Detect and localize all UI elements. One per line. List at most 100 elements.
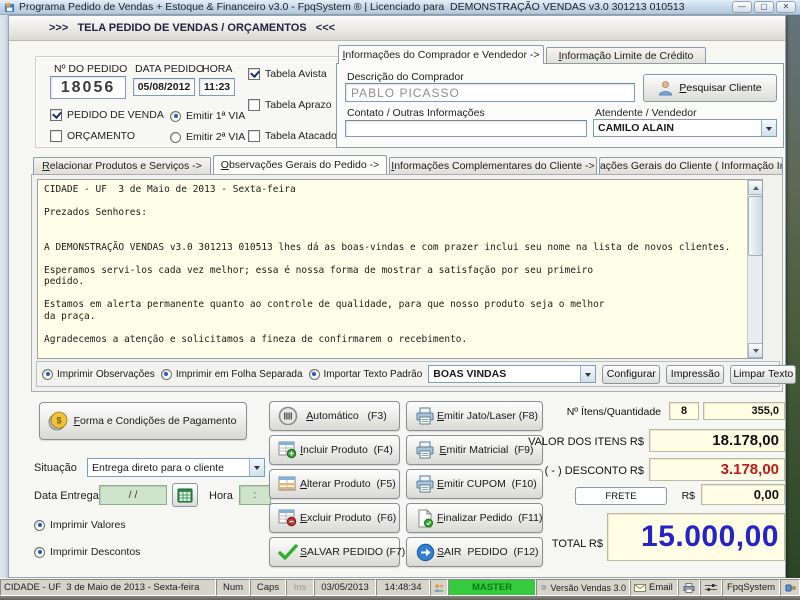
status-ins: Ins	[286, 579, 314, 596]
observacoes-textarea[interactable]: CIDADE - UF 3 de Maio de 2013 - Sexta-fe…	[37, 179, 763, 359]
pesquisar-cliente-button[interactable]: Pesquisar Cliente	[643, 74, 777, 102]
hora-pedido-label: HORA	[202, 63, 232, 75]
calendar-icon	[177, 488, 193, 503]
valor-itens-value: 18.178,00	[649, 429, 785, 452]
radio-emitir-2via[interactable]: Emitir 2ª VIA	[170, 131, 245, 143]
checkbox-tabela-atacado[interactable]: Tabela Atacado	[248, 130, 337, 142]
taskbar-edge	[0, 596, 800, 600]
window-title: Programa Pedido de Vendas + Estoque & Fi…	[19, 1, 732, 13]
radio-icon	[34, 547, 45, 558]
hora-pedido-field[interactable]: 11:23	[199, 78, 235, 96]
numero-pedido-field[interactable]: 18056	[50, 76, 126, 99]
chevron-down-icon	[580, 366, 595, 382]
app-icon	[4, 2, 15, 13]
num-itens-value: 8	[669, 402, 699, 420]
hora-entrega-label: Hora	[209, 490, 233, 502]
window-frame-left	[0, 15, 8, 578]
status-versao: Versão Vendas 3.0	[536, 579, 630, 596]
incluir-produto-button[interactable]: Incluir Produto (F4)	[269, 435, 400, 465]
envelope-icon	[634, 584, 646, 592]
sliders-icon[interactable]	[700, 579, 722, 596]
total-label: TOTAL R$	[547, 538, 603, 550]
observacoes-controls: Imprimir Observações Imprimir em Folha S…	[36, 361, 780, 387]
radio-emitir-1via[interactable]: Emitir 1ª VIA	[170, 110, 245, 122]
total-value: 15.000,00	[607, 513, 785, 561]
table-remove-icon	[276, 509, 300, 527]
excluir-produto-button[interactable]: Excluir Produto (F6)	[269, 503, 400, 533]
tab-relacionar-produtos[interactable]: Relacionar Produtos e Serviços ->	[33, 157, 211, 174]
finalizar-pedido-button[interactable]: Finalizar Pedido (F11)	[406, 503, 543, 533]
person-icon	[658, 80, 673, 96]
radio-folha-separada[interactable]: Imprimir em Folha Separada	[161, 369, 303, 380]
tab-observacoes-cliente[interactable]: Observações Gerais do Cliente ( Informaç…	[599, 157, 783, 174]
checkbox-pedido-de-venda[interactable]: PEDIDO DE VENDA	[50, 109, 164, 121]
status-email[interactable]: Email	[630, 579, 678, 596]
contato-field[interactable]	[345, 120, 587, 137]
scrollbar-thumb[interactable]	[748, 196, 763, 256]
situacao-dropdown[interactable]: Entrega direto para o cliente	[87, 458, 265, 477]
pedido-dialog: >>> TELA PEDIDO DE VENDAS / ORÇAMENTOS <…	[8, 15, 786, 578]
status-time: 14:48:34	[376, 579, 430, 596]
radio-imprimir-observacoes[interactable]: Imprimir Observações	[42, 369, 155, 380]
coin-icon: $	[46, 410, 70, 432]
table-edit-icon	[276, 475, 300, 493]
numero-pedido-label: Nº DO PEDIDO	[54, 63, 127, 75]
frete-button[interactable]: FRETE	[575, 487, 667, 505]
radio-imprimir-descontos[interactable]: Imprimir Descontos	[34, 546, 140, 558]
radio-icon	[42, 369, 53, 380]
radio-importar-texto[interactable]: Importar Texto Padrão	[309, 369, 423, 380]
scroll-up-icon[interactable]	[748, 180, 763, 195]
alterar-produto-button[interactable]: Alterar Produto (F5)	[269, 469, 400, 499]
checkbox-icon	[50, 130, 62, 142]
tab-informacoes-complementares[interactable]: Informações Complementares do Cliente ->	[389, 157, 597, 174]
checkbox-orcamento[interactable]: ORÇAMENTO	[50, 130, 135, 142]
status-bar: CIDADE - UF 3 de Maio de 2013 - Sexta-fe…	[0, 578, 800, 596]
checkbox-icon	[248, 99, 260, 111]
desconto-value: 3.178,00	[649, 458, 785, 481]
salvar-pedido-button[interactable]: SALVAR PEDIDO (F7)	[269, 537, 400, 567]
printer-icon	[413, 475, 437, 493]
data-pedido-field[interactable]: 05/08/2012	[133, 78, 195, 96]
impressao-button[interactable]: Impressão	[666, 365, 724, 384]
limpar-texto-button[interactable]: Limpar Texto	[730, 365, 796, 384]
buyer-panel: Descrição do Comprador PABLO PICASSO Pes…	[336, 63, 784, 148]
dialog-title: >>> TELA PEDIDO DE VENDAS / ORÇAMENTOS <…	[9, 22, 335, 34]
desconto-label: ( - ) DESCONTO R$	[459, 465, 644, 477]
hora-entrega-field[interactable]: :	[239, 485, 271, 505]
tab-limite-credito[interactable]: Informação Limite de Crédito	[546, 47, 706, 64]
situacao-label: Situação	[34, 462, 77, 474]
data-entrega-label: Data Entrega	[34, 490, 99, 502]
atendente-dropdown[interactable]: CAMILO ALAIN	[593, 119, 777, 137]
radio-imprimir-valores[interactable]: Imprimir Valores	[34, 519, 126, 531]
calendar-button[interactable]	[172, 483, 198, 507]
data-entrega-field[interactable]: / /	[99, 485, 167, 505]
checkbox-tabela-avista[interactable]: Tabela Avista	[248, 68, 327, 80]
printer-status-icon[interactable]	[678, 579, 700, 596]
tab-observacoes-pedido[interactable]: Observações Gerais do Pedido ->	[213, 155, 387, 174]
descricao-comprador-field[interactable]: PABLO PICASSO	[345, 83, 635, 102]
checkbox-tabela-aprazo[interactable]: Tabela Aprazo	[248, 99, 332, 111]
frete-value: 0,00	[701, 484, 785, 505]
close-button[interactable]: ✕	[776, 1, 796, 13]
minimize-button[interactable]: —	[732, 1, 752, 13]
atendente-label: Atendente / Vendedor	[595, 107, 697, 119]
restore-button[interactable]: ▢	[754, 1, 774, 13]
scroll-down-icon[interactable]	[748, 343, 763, 358]
sair-pedido-button[interactable]: SAIR PEDIDO (F12)	[406, 537, 543, 567]
svg-text:$: $	[56, 416, 61, 426]
radio-icon	[309, 369, 320, 380]
tab-informacoes-comprador[interactable]: Informações do Comprador e Vendedor ->	[338, 45, 544, 64]
printer-icon	[413, 407, 437, 425]
users-icon	[430, 579, 448, 596]
texto-padrao-dropdown[interactable]: BOAS VINDAS	[428, 365, 596, 383]
radio-icon	[161, 369, 172, 380]
data-pedido-label: DATA PEDIDO	[135, 63, 204, 75]
forma-pagamento-button[interactable]: $ Forma e Condições de Pagamento	[39, 402, 247, 440]
configurar-button[interactable]: Configurar	[602, 365, 660, 384]
vertical-scrollbar[interactable]	[747, 180, 762, 358]
status-location: CIDADE - UF 3 de Maio de 2013 - Sexta-fe…	[0, 579, 216, 596]
checkbox-icon	[50, 109, 62, 121]
screen: Programa Pedido de Vendas + Estoque & Fi…	[0, 0, 800, 600]
document-check-icon	[413, 509, 437, 528]
automatico-button[interactable]: Automático (F3)	[269, 401, 400, 431]
